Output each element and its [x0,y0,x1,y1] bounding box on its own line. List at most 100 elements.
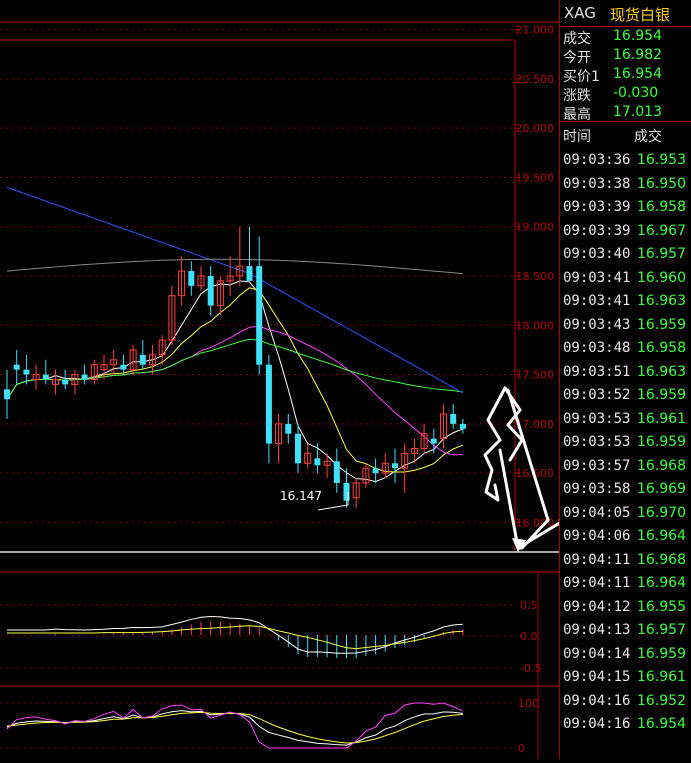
kline-chart-area[interactable]: 21.000 20.500 20.000 19.500 19.000 18.500 18.0… [0,0,658,759]
tick-row[interactable]: 09:04:12 16.955 [560,596,691,620]
quote-field: 成交 16.954 [560,28,691,47]
candle-body [372,468,379,474]
tick-price: 16.957 [637,246,686,262]
tick-time: 09:04:15 [563,669,631,685]
tick-price: 16.957 [637,622,686,638]
tick-price: 16.960 [637,269,686,286]
tick-row[interactable]: 09:03:39 16.967 [560,220,691,244]
tick-time: 09:03:40 [563,246,631,262]
tick-time: 09:04:12 [563,598,631,615]
tick-price: 16.969 [637,481,686,497]
candle-body [120,364,127,370]
symbol-name: 现货白银 [610,6,671,24]
candle-body [13,364,20,370]
tick-price: 16.970 [637,504,686,521]
tick-price: 16.958 [637,340,686,356]
tick-row[interactable]: 09:04:16 16.954 [560,713,691,737]
kdj-d-line [6,711,463,744]
tick-price: 16.961 [637,410,686,427]
tick-time: 09:03:53 [563,434,631,450]
tick-price: 16.964 [637,575,686,591]
tick-price: 16.961 [637,669,686,685]
ticks-header-price: 成交 [634,129,662,145]
tick-price: 16.964 [637,528,686,544]
candle-body [343,483,350,501]
tick-price: 16.953 [637,152,686,168]
tick-price: 16.968 [637,551,686,568]
tick-row[interactable]: 09:04:05 16.970 [560,502,691,526]
ma-line [6,258,463,275]
candle-body [285,423,292,434]
quote-header: XAG 现货白银 [560,0,691,27]
tick-row[interactable]: 09:03:58 16.969 [560,478,691,502]
tick-time: 09:03:36 [563,152,631,168]
tick-price: 16.967 [637,222,686,239]
tick-time: 09:03:52 [563,387,631,403]
tick-row[interactable]: 09:03:36 16.953 [560,149,691,173]
tick-time: 09:03:58 [563,481,631,497]
tick-time: 09:04:16 [563,692,631,709]
ticks-header-time: 时间 [563,129,591,145]
tick-time: 09:04:06 [563,528,631,544]
candle-body [42,374,49,380]
tick-row[interactable]: 09:04:11 16.968 [560,549,691,573]
tick-time: 09:03:39 [563,199,631,215]
tick-row[interactable]: 09:03:51 16.963 [560,361,691,385]
tick-row[interactable]: 09:03:40 16.957 [560,243,691,267]
tick-price: 16.952 [637,692,686,709]
tick-row[interactable]: 09:03:41 16.960 [560,267,691,291]
tick-time: 09:03:38 [563,175,631,192]
price-tick-label: 17.500 [516,369,555,382]
tick-row[interactable]: 09:04:14 16.959 [560,643,691,667]
tick-price: 16.954 [637,716,686,732]
tick-row[interactable]: 09:03:48 16.958 [560,337,691,361]
quote-field: 今开 16.982 [560,47,691,66]
tick-price: 16.955 [637,598,686,615]
tick-row[interactable]: 09:04:16 16.952 [560,690,691,714]
quote-field-value: 17.013 [613,104,662,120]
tick-row[interactable]: 09:03:38 16.950 [560,173,691,197]
candle-body [81,374,88,380]
price-tick-label: 19.000 [516,221,555,234]
candle-body [23,369,30,375]
tick-row[interactable]: 09:04:15 16.961 [560,666,691,690]
tick-row[interactable]: 09:03:53 16.961 [560,408,691,432]
candle-body [246,266,253,281]
tick-row[interactable]: 09:03:57 16.968 [560,455,691,479]
annotation-arrow [483,386,507,502]
tick-time: 09:04:16 [563,716,631,732]
tick-price: 16.968 [637,457,686,474]
tick-time: 09:04:11 [563,575,631,591]
candle-body [207,276,214,306]
tick-price: 16.959 [637,645,686,662]
quote-field-label: 今开 [563,50,591,66]
candle-body [459,423,466,429]
tick-row[interactable]: 09:03:43 16.959 [560,314,691,338]
tick-price: 16.963 [637,293,686,309]
tick-price: 16.959 [637,387,686,403]
tick-row[interactable]: 09:03:52 16.959 [560,384,691,408]
tick-time: 09:04:14 [563,645,631,662]
divider [560,121,691,122]
kdj-k-line [6,710,463,746]
quote-field-label: 成交 [563,31,591,47]
ma-line [6,186,464,394]
kdj-j-line [6,702,464,749]
tick-row[interactable]: 09:04:06 16.964 [560,525,691,549]
candle-body [333,461,340,483]
tick-row[interactable]: 09:04:11 16.964 [560,572,691,596]
quote-field-value: 16.954 [613,66,662,82]
tick-row[interactable]: 09:04:13 16.957 [560,619,691,643]
tick-time: 09:03:41 [563,269,631,286]
quote-field-label: 买价1 [563,69,600,85]
tick-row[interactable]: 09:03:53 16.959 [560,431,691,455]
quote-field-value: 16.982 [613,47,662,63]
tick-row[interactable]: 09:03:39 16.958 [560,196,691,220]
price-tick-label: 20.000 [516,122,555,135]
tick-time: 09:04:13 [563,622,631,638]
candle-body [450,414,457,424]
tick-price: 16.958 [637,199,686,215]
kline-chart[interactable]: 21.000 20.500 20.000 19.500 19.000 18.500 18.0… [0,0,658,759]
quote-field: 涨跌 -0.030 [560,85,691,104]
tick-row[interactable]: 09:03:41 16.963 [560,290,691,314]
